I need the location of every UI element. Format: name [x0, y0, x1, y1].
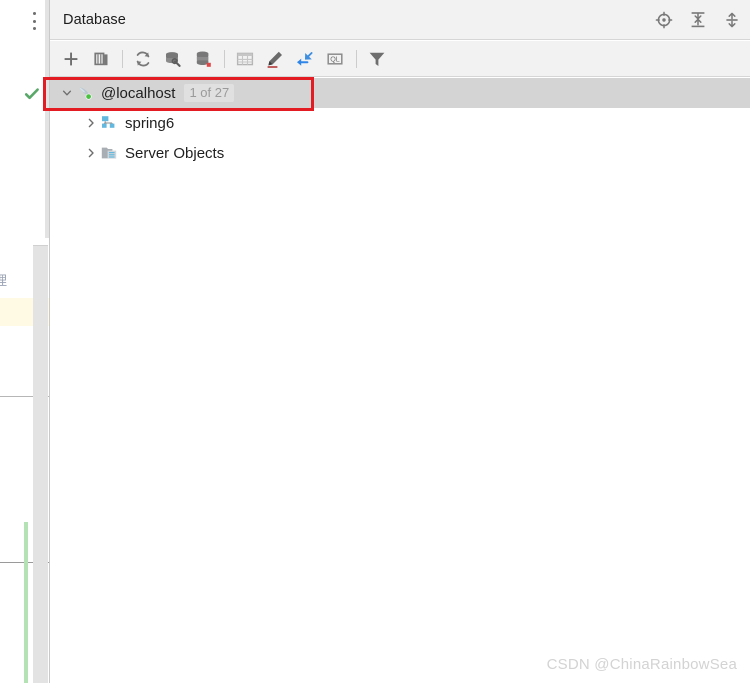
tree-node-label: spring6	[125, 114, 175, 132]
screen-root: 理 Database QL @localhost 1 of 27 spring6…	[0, 0, 750, 683]
tree-node-label: @localhost	[101, 84, 176, 102]
tool-window-header-actions	[654, 0, 742, 40]
database-tool-window: Database QL @localhost 1 of 27 spring6 S…	[50, 0, 750, 683]
tree-node-badge: 1 of 27	[184, 84, 235, 102]
tree-node-localhost[interactable]: @localhost 1 of 27	[50, 78, 750, 108]
tool-window-title: Database	[63, 11, 126, 28]
duplicate-icon[interactable]	[88, 46, 114, 72]
tree-node-server-objects[interactable]: Server Objects	[50, 138, 750, 168]
schema-icon	[100, 114, 118, 132]
add-icon[interactable]	[58, 46, 84, 72]
jump-to-editor-icon[interactable]	[292, 46, 318, 72]
database-toolbar: QL	[50, 41, 750, 77]
refresh-icon[interactable]	[130, 46, 156, 72]
database-tools-icon[interactable]	[160, 46, 186, 72]
watermark-text: CSDN @ChinaRainbowSea	[546, 656, 737, 673]
data-sources-properties-icon[interactable]	[190, 46, 216, 72]
edit-pencil-icon[interactable]	[262, 46, 288, 72]
ql-console-icon[interactable]: QL	[322, 46, 348, 72]
mysql-dolphin-connected-icon	[76, 84, 94, 102]
toolbar-separator-1	[122, 49, 123, 68]
more-vertical-icon[interactable]	[28, 12, 40, 30]
expand-all-icon[interactable]	[688, 10, 708, 30]
collapse-all-icon[interactable]	[722, 10, 742, 30]
editor-change-marker	[24, 522, 28, 683]
table-grid-icon[interactable]	[232, 46, 258, 72]
tree-node-label: Server Objects	[125, 144, 225, 162]
editor-scrollbar[interactable]	[33, 238, 48, 683]
server-objects-folder-icon	[100, 144, 118, 162]
background-editor-strip: 理	[0, 0, 50, 683]
tree-node-spring6[interactable]: spring6	[50, 108, 750, 138]
filter-icon[interactable]	[364, 46, 390, 72]
chevron-right-icon[interactable]	[82, 114, 100, 132]
chevron-down-icon[interactable]	[58, 84, 76, 102]
database-tree: @localhost 1 of 27 spring6 Server Object…	[50, 78, 750, 683]
chevron-right-icon[interactable]	[82, 144, 100, 162]
toolbar-separator-3	[356, 49, 357, 68]
clipped-editor-text: 理	[0, 274, 8, 289]
scroll-from-source-icon[interactable]	[654, 10, 674, 30]
tool-window-header: Database	[50, 0, 750, 40]
editor-scrollbar-cap	[33, 238, 48, 246]
svg-text:QL: QL	[330, 54, 340, 63]
toolbar-separator-2	[224, 49, 225, 68]
green-check-icon	[24, 86, 40, 102]
